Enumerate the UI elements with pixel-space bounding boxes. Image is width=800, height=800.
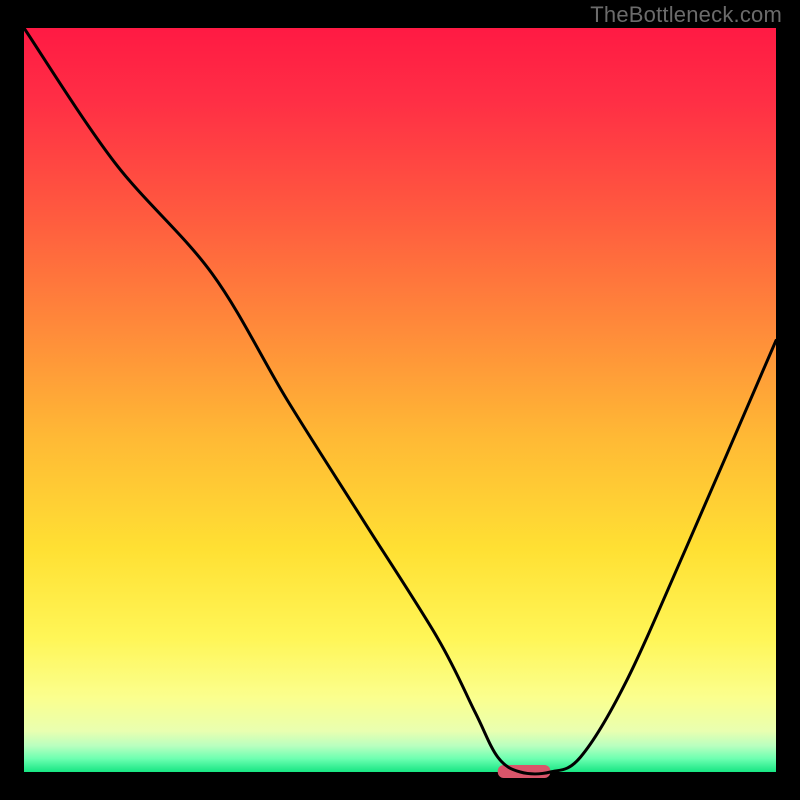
bottleneck-chart	[0, 0, 800, 800]
plot-background	[24, 28, 776, 772]
chart-frame: TheBottleneck.com	[0, 0, 800, 800]
